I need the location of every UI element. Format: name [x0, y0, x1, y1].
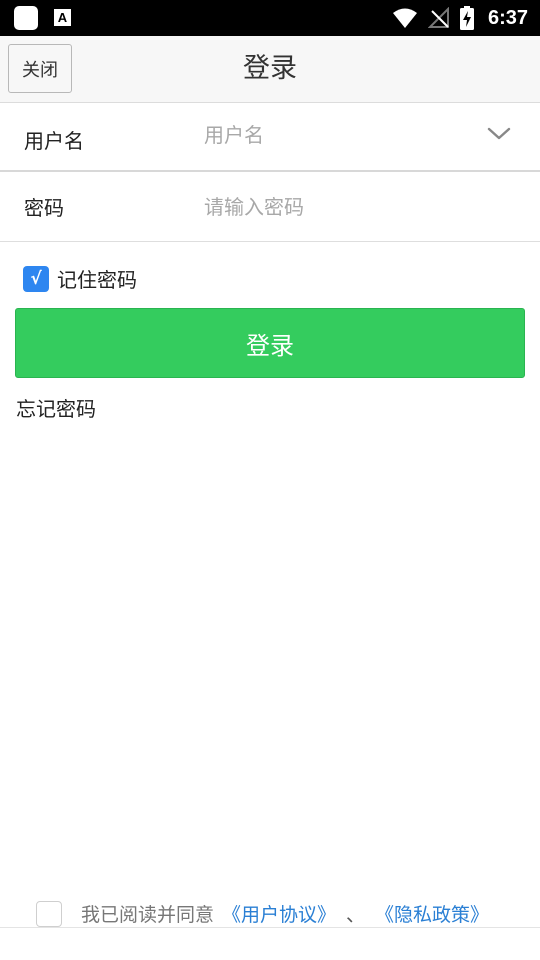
username-input[interactable] [204, 117, 464, 153]
title-bar: 关闭 登录 [0, 36, 540, 103]
no-signal-icon [427, 7, 449, 28]
bottom-divider [0, 927, 540, 928]
agreement-separator: 、 [346, 904, 366, 926]
privacy-policy-link[interactable]: 《隐私政策》 [375, 900, 489, 927]
agreement-checkbox[interactable] [36, 900, 62, 927]
page-title: 登录 [243, 53, 297, 84]
agreement-row: 我已阅读并同意 《用户协议》 、 《隐私政策》 [36, 900, 489, 927]
password-row: 密码 [0, 173, 540, 242]
status-bar: A 6:37 [0, 0, 540, 36]
agreement-text: 我已阅读并同意 [81, 904, 215, 926]
wifi-icon [392, 8, 417, 28]
close-button[interactable]: 关闭 [8, 44, 72, 93]
forgot-password-link[interactable]: 忘记密码 [16, 393, 96, 422]
check-mark-icon: √ [30, 268, 42, 289]
chevron-down-icon[interactable] [486, 121, 512, 147]
user-agreement-link[interactable]: 《用户协议》 [222, 900, 336, 927]
password-label: 密码 [24, 196, 64, 220]
username-label: 用户名 [24, 129, 84, 153]
battery-charging-icon [459, 6, 474, 30]
text-a-icon: A [54, 9, 71, 26]
status-time: 6:37 [487, 6, 528, 29]
remember-checkbox[interactable]: √ [23, 265, 49, 292]
status-icons: 6:37 [392, 0, 528, 36]
remember-password[interactable]: √ 记住密码 [23, 264, 137, 293]
remember-label: 记住密码 [57, 268, 137, 292]
password-input[interactable] [204, 189, 464, 225]
login-button[interactable]: 登录 [15, 308, 525, 378]
username-row: 用户名 [0, 103, 540, 172]
app-icon [14, 6, 38, 30]
